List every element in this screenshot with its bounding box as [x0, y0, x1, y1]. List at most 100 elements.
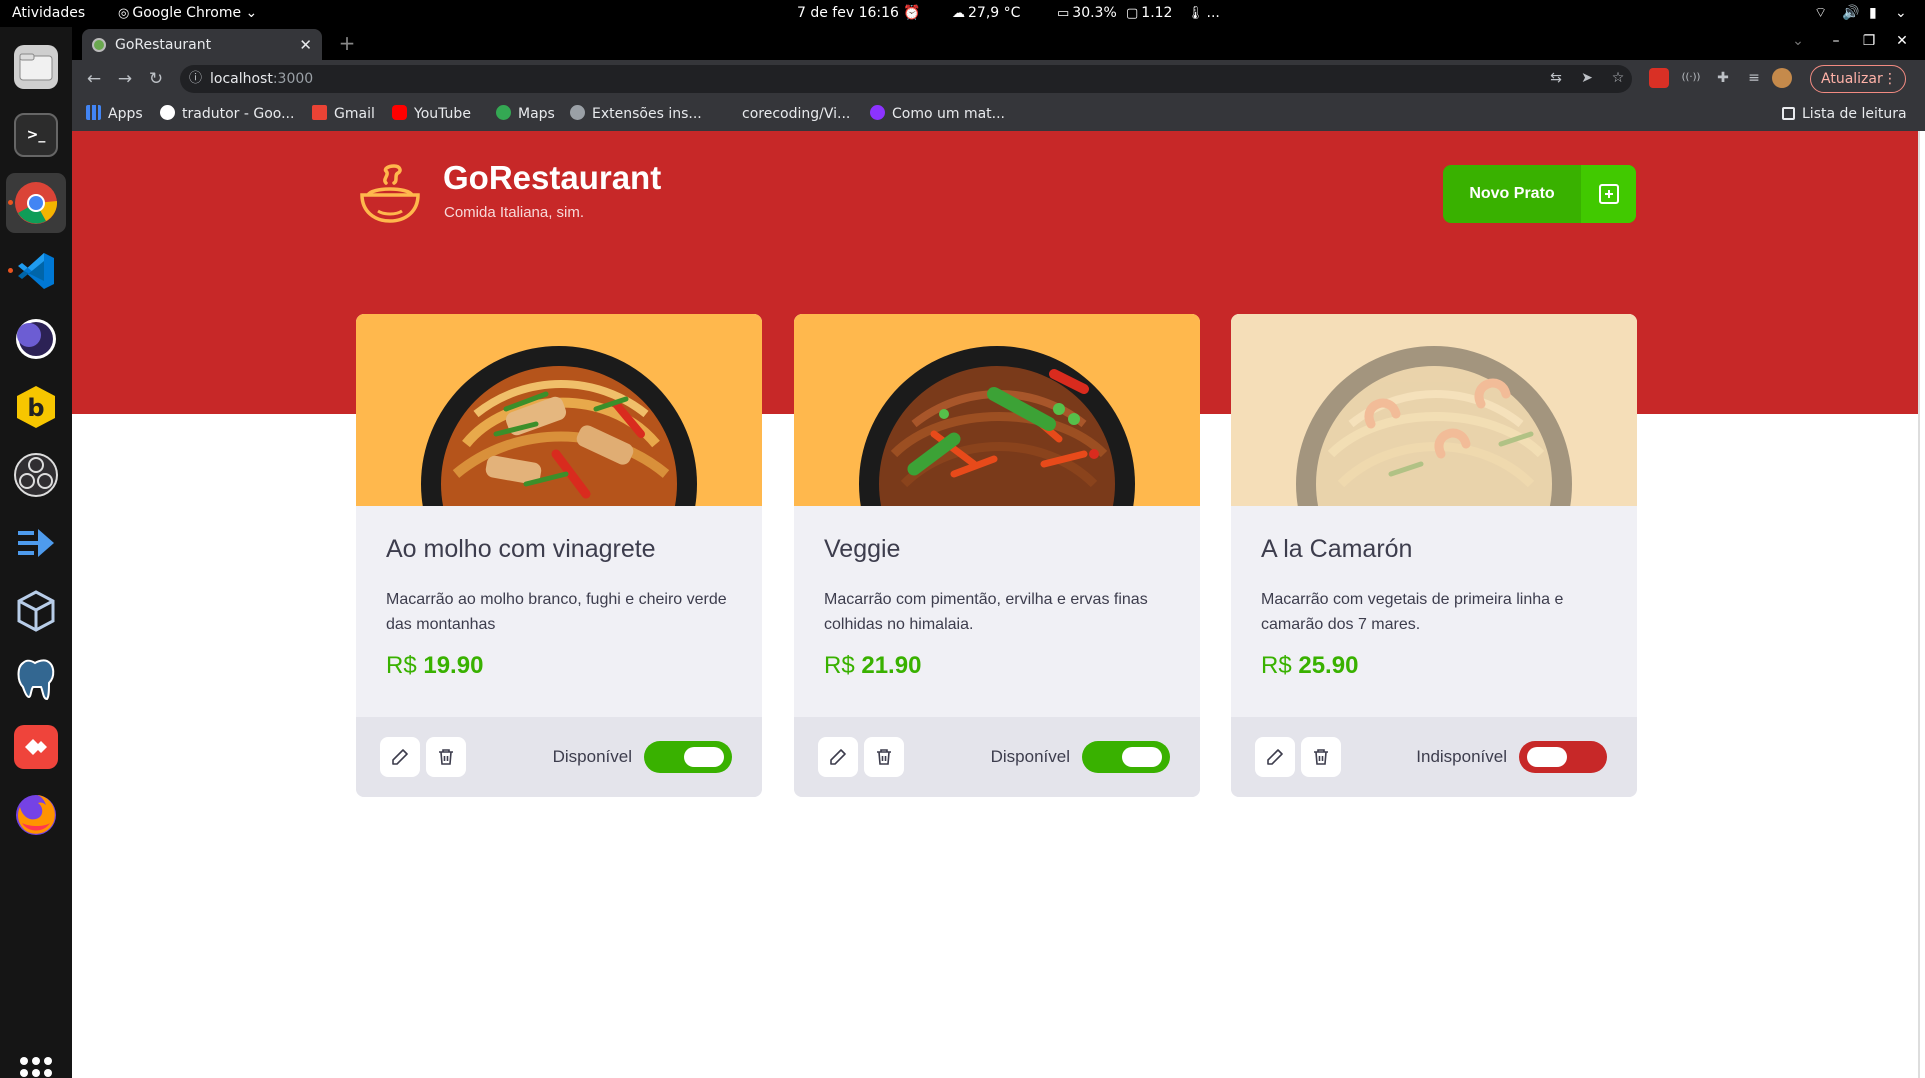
- plus-square-icon: [1581, 165, 1636, 223]
- edit-pencil-icon: [392, 749, 408, 765]
- bookmark-apps[interactable]: Apps: [86, 98, 143, 131]
- reading-list-icon: [1782, 107, 1795, 120]
- reading-list[interactable]: Lista de leitura: [1782, 98, 1907, 131]
- dish-card: A la Camarón Macarrão com vegetais de pr…: [1231, 314, 1637, 797]
- pasta-shrimp-image: [1296, 346, 1572, 506]
- dock-files[interactable]: [6, 37, 66, 97]
- profile-avatar[interactable]: [1772, 68, 1792, 88]
- activities-button[interactable]: Atividades: [12, 0, 85, 27]
- bookmark-maps[interactable]: Maps: [496, 98, 555, 131]
- toggle-knob: [1122, 747, 1162, 767]
- dock-pgadmin[interactable]: [6, 649, 66, 709]
- forward-icon[interactable]: →: [113, 67, 137, 91]
- anydesk-icon: [14, 725, 58, 769]
- price-value: 25.90: [1298, 652, 1359, 679]
- dock-azure-data-studio[interactable]: [6, 513, 66, 573]
- show-applications-button[interactable]: [20, 1057, 52, 1078]
- availability-label: Indisponível: [1416, 747, 1507, 766]
- tab-search-icon[interactable]: ⌄: [1788, 33, 1808, 49]
- translate-icon[interactable]: ⇆: [1545, 67, 1567, 89]
- url-host: localhost: [210, 71, 273, 87]
- dish-card: Ao molho com vinagrete Macarrão ao molho…: [356, 314, 762, 797]
- wifi-icon[interactable]: ⌔: [1814, 0, 1827, 27]
- availability-toggle[interactable]: [644, 741, 732, 773]
- send-icon[interactable]: ➤: [1576, 67, 1598, 89]
- delete-dish-button[interactable]: [864, 737, 904, 777]
- browser-window: GoRestaurant ✕ + ⌄ – ❐ ✕ ← → ↻ ⓘ localho…: [72, 27, 1925, 131]
- load-indicator[interactable]: ▢ 1.12: [1126, 0, 1172, 27]
- dock-firefox[interactable]: [6, 785, 66, 845]
- availability-toggle[interactable]: [1519, 741, 1607, 773]
- temp-indicator[interactable]: 🌡...: [1187, 0, 1220, 27]
- extensions-icon: [570, 105, 585, 120]
- cpu-indicator[interactable]: ▭ 30.3%: [1057, 0, 1117, 27]
- dock-vscode[interactable]: [6, 241, 66, 301]
- dock-obs[interactable]: [6, 445, 66, 505]
- extension-broadcast-icon[interactable]: ((·)): [1680, 67, 1702, 89]
- dock-terminal[interactable]: >_: [6, 105, 66, 165]
- window-close-icon[interactable]: ✕: [1892, 33, 1912, 49]
- running-indicator: [8, 268, 13, 273]
- update-label: Atualizar: [1821, 71, 1883, 87]
- battery-icon[interactable]: ▮: [1869, 0, 1877, 27]
- weather-indicator[interactable]: ☁ 27,9 °C: [952, 0, 1020, 27]
- app-menu-label: Google Chrome: [132, 5, 242, 21]
- google-icon: [160, 105, 175, 120]
- dock: >_ b: [0, 27, 72, 1078]
- bookmark-star-icon[interactable]: ☆: [1607, 67, 1629, 89]
- restore-icon[interactable]: ❐: [1859, 33, 1879, 49]
- new-tab-button[interactable]: +: [334, 32, 360, 56]
- bookmark-youtube[interactable]: YouTube: [392, 98, 471, 131]
- apps-grid-icon: [86, 105, 101, 120]
- dock-anydesk[interactable]: [6, 717, 66, 777]
- delete-dish-button[interactable]: [1301, 737, 1341, 777]
- edit-dish-button[interactable]: [1255, 737, 1295, 777]
- firefox-icon: [14, 793, 58, 837]
- edit-dish-button[interactable]: [818, 737, 858, 777]
- bookmark-extensoes[interactable]: Extensões ins...: [570, 98, 702, 131]
- tab-title: GoRestaurant: [115, 36, 212, 53]
- chevron-down-icon: ⌄: [245, 5, 258, 21]
- bookmark-gmail[interactable]: Gmail: [312, 98, 375, 131]
- scrollbar-edge: [1918, 131, 1920, 1078]
- trash-icon: [1314, 749, 1328, 765]
- dock-virtualbox[interactable]: [6, 581, 66, 641]
- availability-toggle[interactable]: [1082, 741, 1170, 773]
- bookmark-como-um-mat[interactable]: Como um mat...: [870, 98, 1005, 131]
- favicon: [92, 37, 106, 52]
- dish-photo: [356, 314, 762, 506]
- extension-red-icon[interactable]: [1649, 68, 1669, 88]
- clock[interactable]: 7 de fev 16:16: [797, 0, 899, 27]
- bookmark-corecoding[interactable]: corecoding/Vi...: [742, 98, 850, 131]
- new-dish-button[interactable]: Novo Prato: [1443, 165, 1636, 223]
- load-label: 1.12: [1141, 5, 1173, 21]
- chevron-down-icon[interactable]: ⌄: [1895, 0, 1907, 27]
- volume-icon[interactable]: 🔊: [1842, 0, 1859, 27]
- app-menu[interactable]: ◎ Google Chrome ⌄: [118, 0, 257, 27]
- reload-icon[interactable]: ↻: [144, 67, 168, 91]
- menu-dots-icon: ⋮: [1883, 71, 1897, 87]
- close-icon[interactable]: ✕: [299, 36, 312, 54]
- dock-bitwarden[interactable]: b: [6, 377, 66, 437]
- browser-toolbar: ← → ↻ ⓘ localhost:3000 ⇆ ➤ ☆ ((·)) ✚ ≡ A…: [72, 60, 1925, 98]
- bookmark-tradutor[interactable]: tradutor - Goo...: [160, 98, 294, 131]
- update-button[interactable]: Atualizar ⋮: [1810, 65, 1906, 93]
- edit-dish-button[interactable]: [380, 737, 420, 777]
- terminal-icon: >_: [14, 113, 58, 157]
- site-info-icon[interactable]: ⓘ: [189, 65, 202, 93]
- back-icon[interactable]: ←: [82, 67, 106, 91]
- delete-dish-button[interactable]: [426, 737, 466, 777]
- address-bar[interactable]: ⓘ localhost:3000: [180, 65, 1632, 93]
- minimize-icon[interactable]: –: [1826, 33, 1846, 49]
- reading-list-label: Lista de leitura: [1802, 106, 1907, 122]
- tab-gorestaurant[interactable]: GoRestaurant ✕: [82, 29, 322, 60]
- dock-eclipse[interactable]: [6, 309, 66, 369]
- dish-price: R$ 25.90: [1261, 652, 1358, 680]
- toggle-knob: [684, 747, 724, 767]
- extensions-puzzle-icon[interactable]: ✚: [1712, 67, 1734, 89]
- price-value: 19.90: [423, 652, 484, 679]
- media-queue-icon[interactable]: ≡: [1743, 67, 1765, 89]
- restaurant-bowl-icon: [360, 164, 420, 223]
- dish-footer: Disponível: [794, 717, 1200, 797]
- dock-chrome[interactable]: [6, 173, 66, 233]
